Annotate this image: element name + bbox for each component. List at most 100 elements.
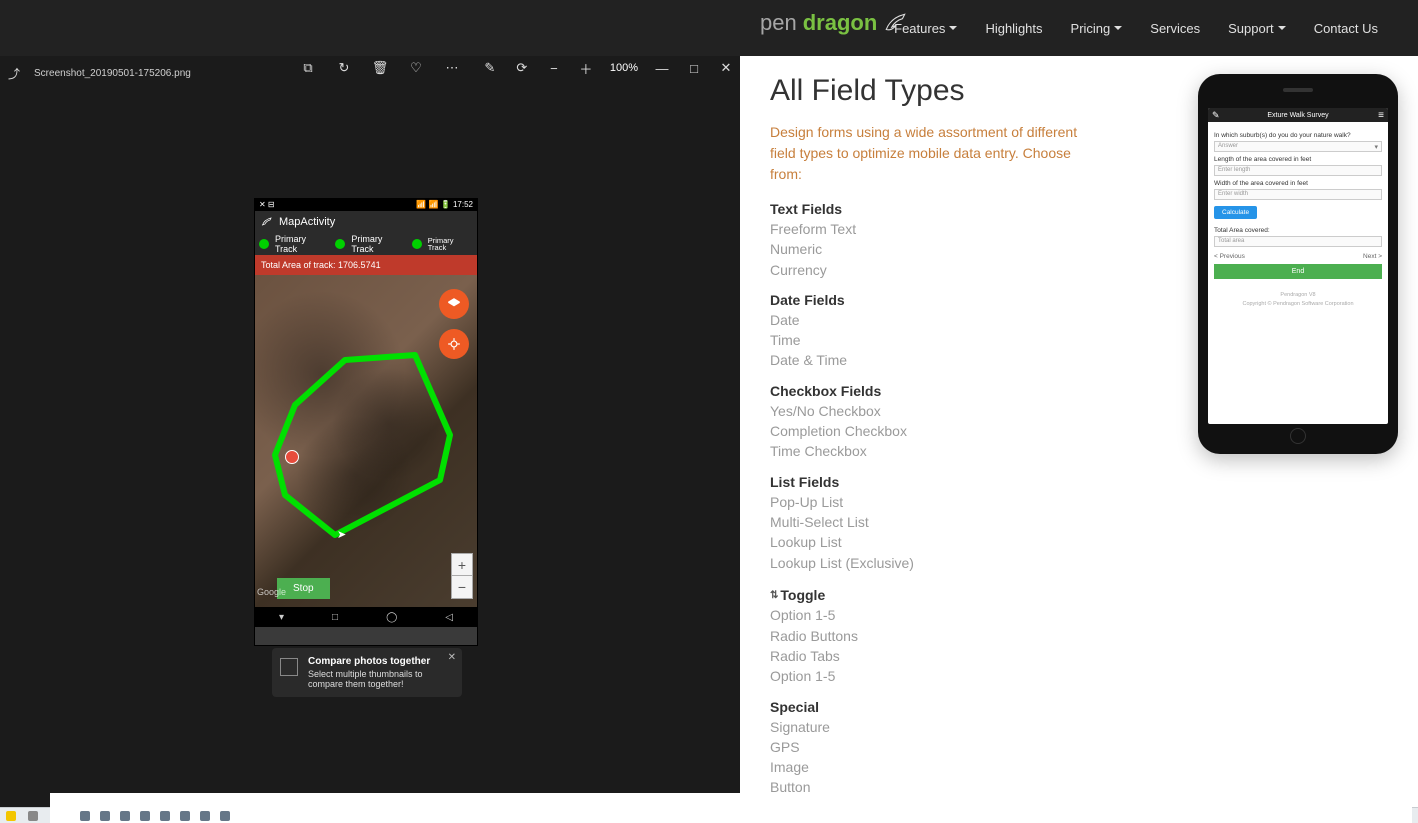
next-link[interactable]: Next > bbox=[1363, 253, 1382, 260]
more-icon[interactable]: ⋯ bbox=[444, 60, 460, 76]
tray-icon[interactable] bbox=[180, 811, 190, 821]
layers-icon bbox=[447, 297, 461, 311]
nav-support[interactable]: Support bbox=[1228, 21, 1286, 36]
phone-status-bar: ✕ ⊟ 📶 📶 🔋 17:52 bbox=[255, 199, 477, 211]
tray-icon[interactable] bbox=[220, 811, 230, 821]
tray-icon[interactable] bbox=[100, 811, 110, 821]
phone-screenshot: ✕ ⊟ 📶 📶 🔋 17:52 MapActivity Primary Trac… bbox=[254, 198, 478, 646]
maximize-icon[interactable]: □ bbox=[686, 60, 702, 76]
compare-close-icon[interactable]: ✕ bbox=[448, 652, 456, 663]
edit-icon[interactable]: ✎ bbox=[482, 60, 498, 76]
taskbar-item[interactable] bbox=[28, 811, 38, 821]
group-heading-text: Toggle bbox=[780, 587, 825, 603]
top-nav: pendragon Features Highlights Pricing Se… bbox=[0, 0, 1418, 56]
zoom-in-icon[interactable]: ＋ bbox=[578, 60, 594, 76]
page-lead: Design forms using a wide assortment of … bbox=[770, 122, 1100, 185]
nav-home-icon[interactable]: ◯ bbox=[386, 612, 397, 623]
calculate-button[interactable]: Calculate bbox=[1214, 206, 1257, 219]
viewer-toolbar-right: ✎ ⟳ − ＋ 100% — □ ✕ bbox=[482, 60, 734, 76]
field-type-item: Radio Tabs bbox=[770, 646, 1168, 666]
zoom-out-icon[interactable]: − bbox=[546, 60, 562, 76]
field-type-group: SpecialSignatureGPSImageButton bbox=[770, 699, 1168, 798]
minimize-icon[interactable]: — bbox=[654, 60, 670, 76]
group-heading-text: Special bbox=[770, 699, 819, 715]
nav-back-icon[interactable]: ◁ bbox=[445, 612, 453, 623]
nav-contact[interactable]: Contact Us bbox=[1314, 21, 1378, 36]
mock-input-length[interactable]: Enter length bbox=[1214, 165, 1382, 176]
field-type-item: Multi-Select List bbox=[770, 512, 1168, 532]
viewer-filename: Screenshot_20190501-175206.png bbox=[34, 68, 191, 79]
nav-highlights[interactable]: Highlights bbox=[985, 21, 1042, 36]
group-heading-text: List Fields bbox=[770, 474, 839, 490]
powered-by: Pendragon V8 bbox=[1214, 291, 1382, 300]
mock-menu-icon[interactable]: ≡ bbox=[1378, 110, 1384, 121]
mock-input-width[interactable]: Enter width bbox=[1214, 189, 1382, 200]
field-type-item: Time bbox=[770, 330, 1168, 350]
mock-q1: In which suburb(s) do you do your nature… bbox=[1214, 132, 1382, 139]
brand-logo[interactable]: pendragon bbox=[760, 10, 909, 36]
field-type-item: Time Checkbox bbox=[770, 441, 1168, 461]
status-right: 📶 📶 🔋 17:52 bbox=[416, 200, 473, 210]
legend-label: Primary Track bbox=[428, 237, 473, 252]
main: ⤴ Screenshot_20190501-175206.png ⧉ ↻ 🗑 ♡… bbox=[0, 56, 1418, 807]
nav-pricing[interactable]: Pricing bbox=[1071, 21, 1123, 36]
chevron-down-icon: ▾ bbox=[1374, 143, 1378, 151]
location-marker-icon bbox=[285, 450, 299, 464]
tray-icon[interactable] bbox=[140, 811, 150, 821]
compare-thumb-icon bbox=[280, 658, 298, 676]
map-zoom-out[interactable]: − bbox=[452, 576, 472, 598]
field-type-group: Text FieldsFreeform TextNumericCurrency bbox=[770, 201, 1168, 280]
field-types-column: All Field Types Design forms using a wid… bbox=[770, 74, 1168, 789]
caret-icon bbox=[949, 26, 957, 30]
toggle-icon: ⇅ bbox=[770, 590, 778, 601]
nav-overview-icon[interactable]: □ bbox=[332, 612, 338, 623]
tray-icon[interactable] bbox=[120, 811, 130, 821]
locate-button[interactable] bbox=[439, 329, 469, 359]
prev-link[interactable]: < Previous bbox=[1214, 253, 1245, 260]
nav-services[interactable]: Services bbox=[1150, 21, 1200, 36]
viewer-back-icon[interactable]: ⤴ bbox=[8, 65, 20, 82]
map-zoom-in[interactable]: + bbox=[452, 554, 472, 576]
favorite-icon[interactable]: ♡ bbox=[408, 60, 424, 76]
legend-dot-icon bbox=[335, 239, 345, 249]
field-type-item: Freeform Text bbox=[770, 219, 1168, 239]
mock-dropdown[interactable]: Answer▾ bbox=[1214, 141, 1382, 152]
caret-icon bbox=[1114, 26, 1122, 30]
field-type-item: Image bbox=[770, 757, 1168, 777]
zoom-level: 100% bbox=[610, 62, 638, 74]
app-title: MapActivity bbox=[279, 216, 335, 228]
close-icon[interactable]: ✕ bbox=[718, 60, 734, 76]
taskbar-item[interactable] bbox=[6, 811, 16, 821]
group-heading: Text Fields bbox=[770, 201, 1168, 217]
app-bar: MapActivity bbox=[255, 211, 477, 233]
compare-icon[interactable]: ⧉ bbox=[300, 60, 316, 76]
nav-recents-icon[interactable]: ▾ bbox=[279, 612, 284, 623]
copyright: Copyright © Pendragon Software Corporati… bbox=[1214, 300, 1382, 309]
rotate-icon[interactable]: ⟳ bbox=[514, 60, 530, 76]
status-left: ✕ ⊟ bbox=[259, 200, 275, 210]
field-type-item: Completion Checkbox bbox=[770, 421, 1168, 441]
legend-label: Primary Track bbox=[275, 234, 329, 254]
nav-label: Support bbox=[1228, 21, 1274, 36]
map-canvas[interactable]: + − Stop Google ➤ bbox=[255, 275, 477, 607]
crosshair-icon bbox=[447, 337, 461, 351]
mock-app-bar: ✎ Exture Walk Survey ≡ bbox=[1208, 108, 1388, 122]
field-type-item: Currency bbox=[770, 260, 1168, 280]
end-button[interactable]: End bbox=[1214, 264, 1382, 279]
compare-title: Compare photos together bbox=[308, 656, 434, 667]
windows-taskbar bbox=[0, 807, 1418, 823]
area-text: Total Area of track: 1706.5741 bbox=[261, 260, 381, 270]
field-type-item: Pop-Up List bbox=[770, 492, 1168, 512]
tray-icon[interactable] bbox=[160, 811, 170, 821]
field-type-item: GPS bbox=[770, 737, 1168, 757]
slideshow-icon[interactable]: ↻ bbox=[336, 60, 352, 76]
cursor-icon: ➤ bbox=[337, 528, 346, 541]
delete-icon[interactable]: 🗑 bbox=[372, 60, 388, 76]
field-type-item: Signature bbox=[770, 717, 1168, 737]
mock-q2: Length of the area covered in feet bbox=[1214, 156, 1382, 163]
viewer-toolbar-left: ⧉ ↻ 🗑 ♡ ⋯ bbox=[300, 60, 460, 76]
tray-icon[interactable] bbox=[80, 811, 90, 821]
group-heading: ⇅Toggle bbox=[770, 587, 825, 603]
layers-button[interactable] bbox=[439, 289, 469, 319]
tray-icon[interactable] bbox=[200, 811, 210, 821]
